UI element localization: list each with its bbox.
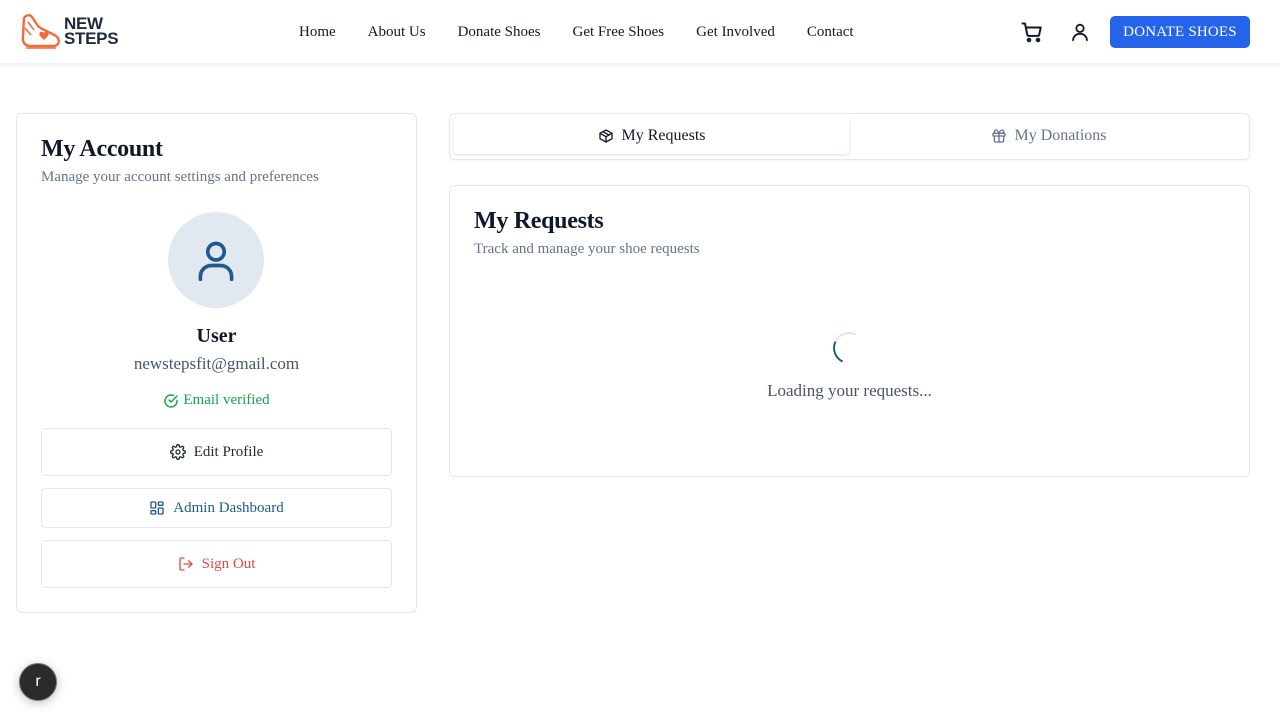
gift-icon xyxy=(991,129,1006,143)
tab-my-donations-label: My Donations xyxy=(1014,127,1107,144)
avatar xyxy=(168,212,264,308)
user-icon xyxy=(198,241,234,282)
nav-contact[interactable]: Contact xyxy=(807,22,854,42)
nav-get-involved[interactable]: Get Involved xyxy=(696,22,775,42)
check-circle-icon xyxy=(164,393,179,408)
user-email: newstepsfit@gmail.com xyxy=(133,354,300,373)
edit-profile-button[interactable]: Edit Profile xyxy=(41,428,392,476)
log-out-icon xyxy=(178,557,193,571)
site-header: NEW STEPS Home About Us Donate Shoes Get… xyxy=(0,0,1280,64)
tab-my-requests-label: My Requests xyxy=(621,127,706,144)
nav-home[interactable]: Home xyxy=(299,22,336,42)
admin-dashboard-label: Admin Dashboard xyxy=(173,499,284,516)
floating-action-button[interactable]: r xyxy=(19,663,57,701)
brand-name-line2: STEPS xyxy=(64,29,119,48)
donate-shoes-button[interactable]: DONATE SHOES xyxy=(1110,16,1250,48)
account-title: My Account xyxy=(41,136,163,162)
sign-out-label: Sign Out xyxy=(201,555,256,572)
tab-my-requests[interactable]: My Requests xyxy=(454,118,849,154)
gear-icon xyxy=(169,444,186,460)
account-subtitle: Manage your account settings and prefere… xyxy=(41,169,319,185)
package-icon xyxy=(598,129,613,143)
edit-profile-label: Edit Profile xyxy=(193,443,264,460)
email-verified-label: Email verified xyxy=(183,392,270,408)
sign-out-button[interactable]: Sign Out xyxy=(41,540,392,588)
requests-card: My Requests Track and manage your shoe r… xyxy=(449,185,1250,477)
requests-title: My Requests xyxy=(474,208,604,234)
nav-get-free-shoes[interactable]: Get Free Shoes xyxy=(573,22,665,42)
email-verified-badge: Email verified xyxy=(17,392,416,409)
loading-text: Loading your requests... xyxy=(767,381,932,400)
account-tabs: My Requests My Donations xyxy=(449,113,1250,160)
nav-donate-shoes[interactable]: Donate Shoes xyxy=(458,22,541,42)
brand-name: NEW STEPS xyxy=(64,15,119,48)
admin-dashboard-button[interactable]: Admin Dashboard xyxy=(41,488,392,528)
tab-my-donations[interactable]: My Donations xyxy=(851,118,1246,154)
user-name: User xyxy=(196,325,237,347)
main-nav: Home About Us Donate Shoes Get Free Shoe… xyxy=(283,22,870,42)
shopping-cart-icon[interactable] xyxy=(1020,20,1044,44)
loading-spinner xyxy=(828,327,870,369)
account-card: My Account Manage your account settings … xyxy=(16,113,417,613)
requests-subtitle: Track and manage your shoe requests xyxy=(474,241,700,257)
user-icon[interactable] xyxy=(1069,21,1091,43)
nav-about-us[interactable]: About Us xyxy=(368,22,426,42)
dashboard-icon xyxy=(150,501,164,515)
brand-logo[interactable]: NEW STEPS xyxy=(20,12,119,50)
shoe-logo-icon xyxy=(21,14,60,49)
